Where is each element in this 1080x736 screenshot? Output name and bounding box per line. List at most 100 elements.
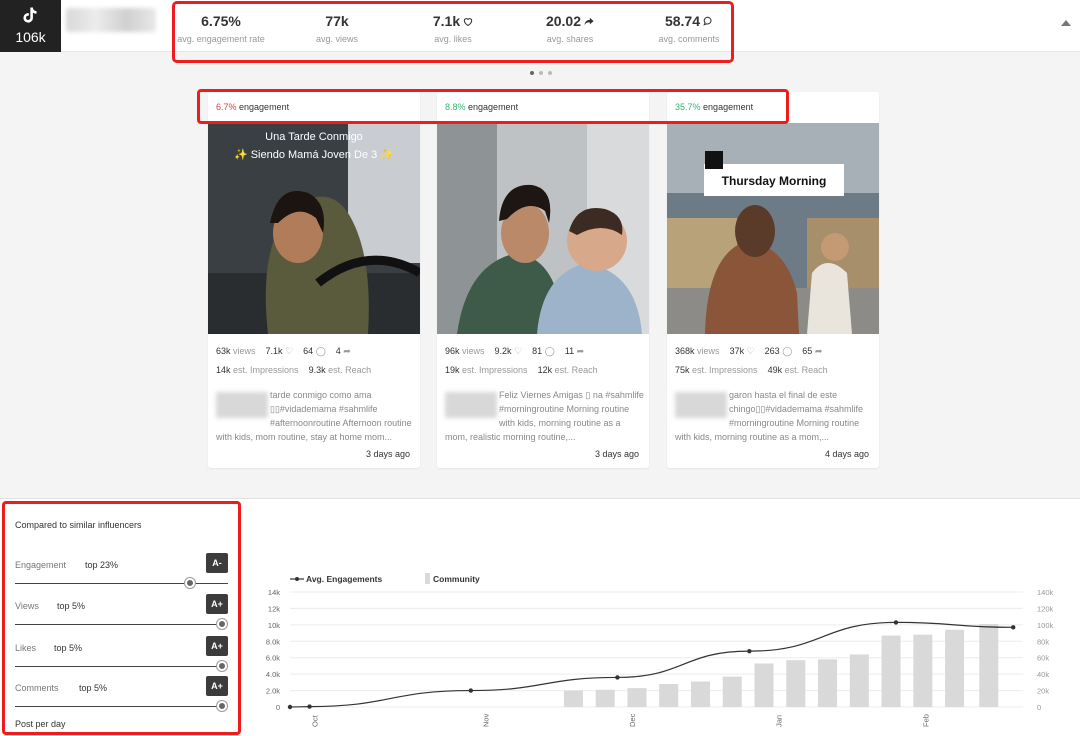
community-bar bbox=[659, 684, 679, 707]
x-tick-label: Jan bbox=[775, 715, 784, 727]
heart-icon bbox=[463, 17, 473, 26]
y-tick-label-right: 120k bbox=[1037, 604, 1054, 613]
carousel-dot[interactable] bbox=[530, 71, 534, 75]
follower-count: 106k bbox=[15, 29, 46, 45]
engagement-point bbox=[307, 704, 312, 709]
shares-count: 4 bbox=[335, 346, 341, 356]
blurred-text bbox=[445, 392, 497, 418]
stat-value: 58.74 bbox=[664, 13, 701, 29]
community-bar bbox=[818, 659, 838, 707]
y-tick-label-left: 2.0k bbox=[266, 687, 280, 696]
share-icon: ➦ bbox=[814, 346, 823, 356]
carousel-dots[interactable] bbox=[530, 71, 552, 75]
thumb-overlay-line: Thursday Morning bbox=[722, 174, 827, 188]
post-thumbnail[interactable]: Una Tarde Conmigo ✨ Siendo Mamá Joven De… bbox=[208, 123, 420, 334]
post-metrics: 63k views 7.1k ♡ 64 ◯ 4 ➦ bbox=[216, 346, 351, 357]
comment-icon: ◯ bbox=[315, 346, 326, 356]
community-bar bbox=[979, 624, 999, 707]
engagement-point bbox=[468, 688, 474, 693]
likes-count: 9.2k bbox=[494, 346, 512, 356]
views-count: 96k bbox=[445, 346, 460, 356]
post-card[interactable]: 35.7% engagement Thursday Morning 368k v… bbox=[667, 92, 879, 468]
comments-count: 64 bbox=[303, 346, 314, 356]
impressions-count: 19k bbox=[445, 365, 460, 375]
carousel-dot[interactable] bbox=[539, 71, 543, 75]
stats-highlight-box: 6.75% avg. engagement rate 77k avg. view… bbox=[172, 1, 734, 63]
impressions-label: est. Impressions bbox=[233, 365, 299, 375]
thumb-overlay-line: ✨ Siendo Mamá Joven De 3 ✨ bbox=[234, 148, 394, 161]
stat-label: avg. shares bbox=[546, 34, 594, 44]
y-tick-label-left: 12k bbox=[268, 604, 280, 613]
reach-label: est. Reach bbox=[554, 365, 598, 375]
reach-label: est. Reach bbox=[784, 365, 828, 375]
community-bar bbox=[881, 635, 901, 707]
post-card[interactable]: 6.7% engagement Una Tarde Conmigo ✨ Sien… bbox=[208, 92, 420, 468]
post-card[interactable]: 8.8% engagement 96k views 9.2k ♡ 81 ◯ 11… bbox=[437, 92, 649, 468]
post-thumbnail[interactable]: Thursday Morning bbox=[667, 123, 879, 334]
y-tick-label-right: 100k bbox=[1037, 621, 1054, 630]
likes-count: 7.1k bbox=[265, 346, 283, 356]
post-estimates: 19k est. Impressions 12k est. Reach bbox=[445, 365, 598, 375]
stat-engagement-rate: 6.75% avg. engagement rate bbox=[175, 13, 267, 44]
shares-count: 11 bbox=[564, 346, 575, 356]
heart-icon: ♡ bbox=[285, 346, 294, 356]
stat-value: 20.02 bbox=[545, 13, 582, 29]
post-estimates: 75k est. Impressions 49k est. Reach bbox=[675, 365, 828, 375]
stat-label: avg. likes bbox=[434, 34, 472, 44]
y-tick-label-right: 80k bbox=[1037, 637, 1049, 646]
engagement-point bbox=[287, 704, 293, 710]
engagement-point bbox=[1011, 625, 1016, 630]
post-metrics: 96k views 9.2k ♡ 81 ◯ 11 ➦ bbox=[445, 346, 584, 357]
community-bar bbox=[754, 663, 774, 707]
thumb-overlay-line: Una Tarde Conmigo bbox=[265, 131, 363, 143]
tiktok-icon bbox=[23, 7, 37, 23]
comments-count: 263 bbox=[764, 346, 780, 356]
blurred-text bbox=[216, 392, 268, 418]
collapse-arrow-icon[interactable] bbox=[1061, 20, 1071, 26]
blurred-text bbox=[675, 392, 727, 418]
community-bar bbox=[722, 676, 742, 707]
x-tick-label: Nov bbox=[481, 713, 490, 727]
community-bar bbox=[627, 688, 647, 707]
y-tick-label-right: 0 bbox=[1037, 703, 1041, 712]
post-description: garon hasta el final de este chingo▯▯#vi… bbox=[675, 388, 875, 444]
post-description: Feliz Viernes Amigas ▯ na #sahmlife #mor… bbox=[445, 388, 645, 444]
impressions-count: 75k bbox=[675, 365, 690, 375]
engagement-point bbox=[747, 648, 752, 654]
y-tick-label-left: 8.0k bbox=[266, 637, 280, 646]
community-bar bbox=[563, 690, 583, 707]
comparison-highlight-box bbox=[2, 501, 241, 735]
x-tick-label: Oct bbox=[310, 714, 319, 727]
post-metrics: 368k views 37k ♡ 263 ◯ 65 ➦ bbox=[675, 346, 822, 357]
y-tick-label-left: 4.0k bbox=[266, 670, 280, 679]
post-thumbnail[interactable] bbox=[437, 123, 649, 334]
community-bar bbox=[595, 689, 615, 707]
stat-comments: 58.74 avg. comments bbox=[651, 13, 727, 44]
post-age: 3 days ago bbox=[594, 449, 639, 459]
shares-count: 65 bbox=[802, 346, 813, 356]
reach-count: 12k bbox=[537, 365, 553, 375]
views-count: 63k bbox=[216, 346, 231, 356]
carousel-dot[interactable] bbox=[548, 71, 552, 75]
community-bar bbox=[913, 634, 933, 707]
y-tick-label-right: 40k bbox=[1037, 670, 1049, 679]
engagement-highlight-box bbox=[197, 89, 789, 124]
comment-icon bbox=[703, 16, 712, 26]
legend-line-marker bbox=[295, 577, 299, 581]
share-icon bbox=[584, 17, 594, 25]
y-tick-label-right: 60k bbox=[1037, 654, 1049, 663]
tiktok-account-badge[interactable]: 106k bbox=[0, 0, 61, 52]
reach-label: est. Reach bbox=[328, 365, 372, 375]
stat-label: avg. comments bbox=[658, 34, 720, 44]
views-label: views bbox=[697, 346, 720, 356]
impressions-count: 14k bbox=[216, 365, 231, 375]
views-label: views bbox=[233, 346, 256, 356]
y-tick-label-left: 10k bbox=[268, 621, 280, 630]
engagement-line bbox=[289, 621, 1014, 708]
reach-count: 9.3k bbox=[308, 365, 326, 375]
y-tick-label-left: 0 bbox=[276, 703, 280, 712]
impressions-label: est. Impressions bbox=[692, 365, 758, 375]
comment-icon: ◯ bbox=[544, 346, 555, 356]
y-tick-label-right: 20k bbox=[1037, 687, 1049, 696]
stat-likes: 7.1k avg. likes bbox=[418, 13, 488, 44]
